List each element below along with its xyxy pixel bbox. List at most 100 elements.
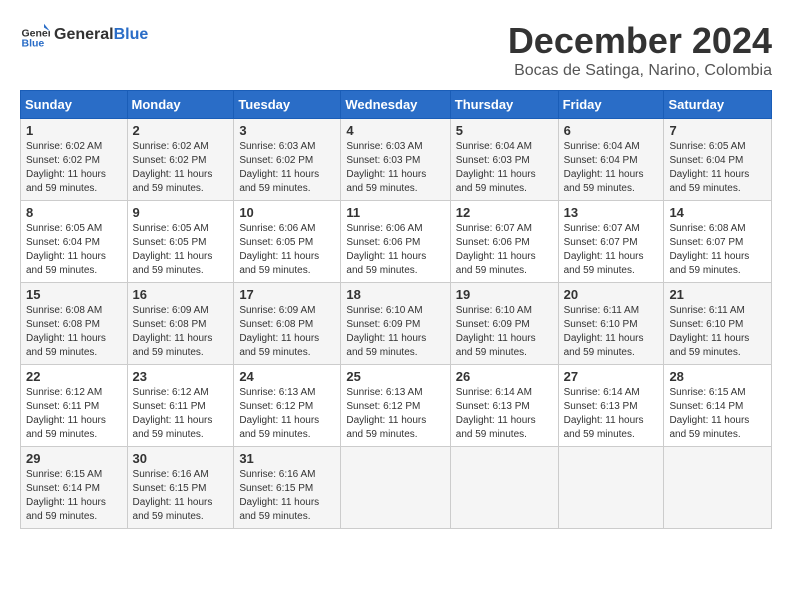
day-info: Sunrise: 6:07 AMSunset: 6:06 PMDaylight:… — [456, 223, 536, 276]
day-info: Sunrise: 6:05 AMSunset: 6:04 PMDaylight:… — [26, 223, 106, 276]
day-number: 14 — [669, 205, 766, 220]
day-info: Sunrise: 6:08 AMSunset: 6:08 PMDaylight:… — [26, 305, 106, 358]
day-number: 31 — [239, 451, 335, 466]
day-number: 5 — [456, 123, 553, 138]
day-info: Sunrise: 6:02 AMSunset: 6:02 PMDaylight:… — [26, 141, 106, 194]
day-number: 26 — [456, 369, 553, 384]
day-info: Sunrise: 6:13 AMSunset: 6:12 PMDaylight:… — [239, 387, 319, 440]
calendar-cell — [450, 447, 558, 529]
day-info: Sunrise: 6:16 AMSunset: 6:15 PMDaylight:… — [239, 469, 319, 522]
calendar-cell: 1 Sunrise: 6:02 AMSunset: 6:02 PMDayligh… — [21, 119, 128, 201]
day-info: Sunrise: 6:04 AMSunset: 6:04 PMDaylight:… — [564, 141, 644, 194]
day-number: 25 — [346, 369, 444, 384]
calendar-cell: 3 Sunrise: 6:03 AMSunset: 6:02 PMDayligh… — [234, 119, 341, 201]
day-number: 20 — [564, 287, 659, 302]
day-info: Sunrise: 6:03 AMSunset: 6:02 PMDaylight:… — [239, 141, 319, 194]
day-info: Sunrise: 6:09 AMSunset: 6:08 PMDaylight:… — [239, 305, 319, 358]
day-info: Sunrise: 6:06 AMSunset: 6:06 PMDaylight:… — [346, 223, 426, 276]
day-number: 4 — [346, 123, 444, 138]
day-number: 17 — [239, 287, 335, 302]
calendar-cell: 24 Sunrise: 6:13 AMSunset: 6:12 PMDaylig… — [234, 365, 341, 447]
calendar-cell: 26 Sunrise: 6:14 AMSunset: 6:13 PMDaylig… — [450, 365, 558, 447]
calendar-cell: 8 Sunrise: 6:05 AMSunset: 6:04 PMDayligh… — [21, 201, 128, 283]
day-info: Sunrise: 6:10 AMSunset: 6:09 PMDaylight:… — [456, 305, 536, 358]
day-number: 18 — [346, 287, 444, 302]
day-number: 15 — [26, 287, 122, 302]
month-title: December 2024 — [508, 20, 772, 62]
calendar-cell: 30 Sunrise: 6:16 AMSunset: 6:15 PMDaylig… — [127, 447, 234, 529]
calendar-cell: 16 Sunrise: 6:09 AMSunset: 6:08 PMDaylig… — [127, 283, 234, 365]
title-section: December 2024 Bocas de Satinga, Narino, … — [508, 20, 772, 80]
calendar-cell: 5 Sunrise: 6:04 AMSunset: 6:03 PMDayligh… — [450, 119, 558, 201]
day-info: Sunrise: 6:14 AMSunset: 6:13 PMDaylight:… — [564, 387, 644, 440]
calendar-cell: 11 Sunrise: 6:06 AMSunset: 6:06 PMDaylig… — [341, 201, 450, 283]
day-info: Sunrise: 6:04 AMSunset: 6:03 PMDaylight:… — [456, 141, 536, 194]
calendar-cell: 7 Sunrise: 6:05 AMSunset: 6:04 PMDayligh… — [664, 119, 772, 201]
calendar-cell: 28 Sunrise: 6:15 AMSunset: 6:14 PMDaylig… — [664, 365, 772, 447]
calendar-cell: 22 Sunrise: 6:12 AMSunset: 6:11 PMDaylig… — [21, 365, 128, 447]
day-info: Sunrise: 6:15 AMSunset: 6:14 PMDaylight:… — [26, 469, 106, 522]
day-info: Sunrise: 6:07 AMSunset: 6:07 PMDaylight:… — [564, 223, 644, 276]
day-number: 22 — [26, 369, 122, 384]
day-number: 9 — [133, 205, 229, 220]
day-of-week-header: Friday — [558, 91, 664, 119]
calendar-cell: 18 Sunrise: 6:10 AMSunset: 6:09 PMDaylig… — [341, 283, 450, 365]
calendar-cell: 29 Sunrise: 6:15 AMSunset: 6:14 PMDaylig… — [21, 447, 128, 529]
calendar-cell: 2 Sunrise: 6:02 AMSunset: 6:02 PMDayligh… — [127, 119, 234, 201]
day-number: 12 — [456, 205, 553, 220]
calendar-week-row: 15 Sunrise: 6:08 AMSunset: 6:08 PMDaylig… — [21, 283, 772, 365]
day-of-week-header: Sunday — [21, 91, 128, 119]
calendar-table: SundayMondayTuesdayWednesdayThursdayFrid… — [20, 90, 772, 529]
day-info: Sunrise: 6:10 AMSunset: 6:09 PMDaylight:… — [346, 305, 426, 358]
calendar-cell: 15 Sunrise: 6:08 AMSunset: 6:08 PMDaylig… — [21, 283, 128, 365]
calendar-cell: 25 Sunrise: 6:13 AMSunset: 6:12 PMDaylig… — [341, 365, 450, 447]
calendar-cell: 13 Sunrise: 6:07 AMSunset: 6:07 PMDaylig… — [558, 201, 664, 283]
calendar-header-row: SundayMondayTuesdayWednesdayThursdayFrid… — [21, 91, 772, 119]
calendar-cell: 14 Sunrise: 6:08 AMSunset: 6:07 PMDaylig… — [664, 201, 772, 283]
calendar-cell: 27 Sunrise: 6:14 AMSunset: 6:13 PMDaylig… — [558, 365, 664, 447]
page-header: General Blue General Blue December 2024 B… — [20, 20, 772, 80]
calendar-cell: 6 Sunrise: 6:04 AMSunset: 6:04 PMDayligh… — [558, 119, 664, 201]
calendar-week-row: 1 Sunrise: 6:02 AMSunset: 6:02 PMDayligh… — [21, 119, 772, 201]
day-info: Sunrise: 6:15 AMSunset: 6:14 PMDaylight:… — [669, 387, 749, 440]
calendar-cell: 17 Sunrise: 6:09 AMSunset: 6:08 PMDaylig… — [234, 283, 341, 365]
day-number: 3 — [239, 123, 335, 138]
day-number: 1 — [26, 123, 122, 138]
calendar-cell: 4 Sunrise: 6:03 AMSunset: 6:03 PMDayligh… — [341, 119, 450, 201]
logo-general: General — [54, 26, 114, 43]
day-info: Sunrise: 6:03 AMSunset: 6:03 PMDaylight:… — [346, 141, 426, 194]
day-number: 13 — [564, 205, 659, 220]
calendar-cell: 9 Sunrise: 6:05 AMSunset: 6:05 PMDayligh… — [127, 201, 234, 283]
day-number: 29 — [26, 451, 122, 466]
day-info: Sunrise: 6:05 AMSunset: 6:05 PMDaylight:… — [133, 223, 213, 276]
calendar-cell: 31 Sunrise: 6:16 AMSunset: 6:15 PMDaylig… — [234, 447, 341, 529]
day-number: 7 — [669, 123, 766, 138]
day-number: 6 — [564, 123, 659, 138]
calendar-cell — [558, 447, 664, 529]
calendar-cell: 12 Sunrise: 6:07 AMSunset: 6:06 PMDaylig… — [450, 201, 558, 283]
day-number: 28 — [669, 369, 766, 384]
calendar-cell: 19 Sunrise: 6:10 AMSunset: 6:09 PMDaylig… — [450, 283, 558, 365]
day-number: 21 — [669, 287, 766, 302]
day-info: Sunrise: 6:12 AMSunset: 6:11 PMDaylight:… — [133, 387, 213, 440]
day-number: 11 — [346, 205, 444, 220]
day-info: Sunrise: 6:08 AMSunset: 6:07 PMDaylight:… — [669, 223, 749, 276]
day-of-week-header: Thursday — [450, 91, 558, 119]
day-info: Sunrise: 6:02 AMSunset: 6:02 PMDaylight:… — [133, 141, 213, 194]
day-of-week-header: Monday — [127, 91, 234, 119]
day-info: Sunrise: 6:13 AMSunset: 6:12 PMDaylight:… — [346, 387, 426, 440]
day-number: 10 — [239, 205, 335, 220]
day-info: Sunrise: 6:05 AMSunset: 6:04 PMDaylight:… — [669, 141, 749, 194]
calendar-week-row: 29 Sunrise: 6:15 AMSunset: 6:14 PMDaylig… — [21, 447, 772, 529]
day-of-week-header: Wednesday — [341, 91, 450, 119]
calendar-cell — [341, 447, 450, 529]
logo-icon: General Blue — [20, 20, 50, 50]
day-info: Sunrise: 6:14 AMSunset: 6:13 PMDaylight:… — [456, 387, 536, 440]
day-info: Sunrise: 6:11 AMSunset: 6:10 PMDaylight:… — [564, 305, 644, 358]
calendar-cell: 10 Sunrise: 6:06 AMSunset: 6:05 PMDaylig… — [234, 201, 341, 283]
calendar-week-row: 8 Sunrise: 6:05 AMSunset: 6:04 PMDayligh… — [21, 201, 772, 283]
calendar-cell — [664, 447, 772, 529]
svg-text:Blue: Blue — [22, 37, 45, 49]
day-number: 27 — [564, 369, 659, 384]
logo: General Blue General Blue — [20, 20, 148, 50]
